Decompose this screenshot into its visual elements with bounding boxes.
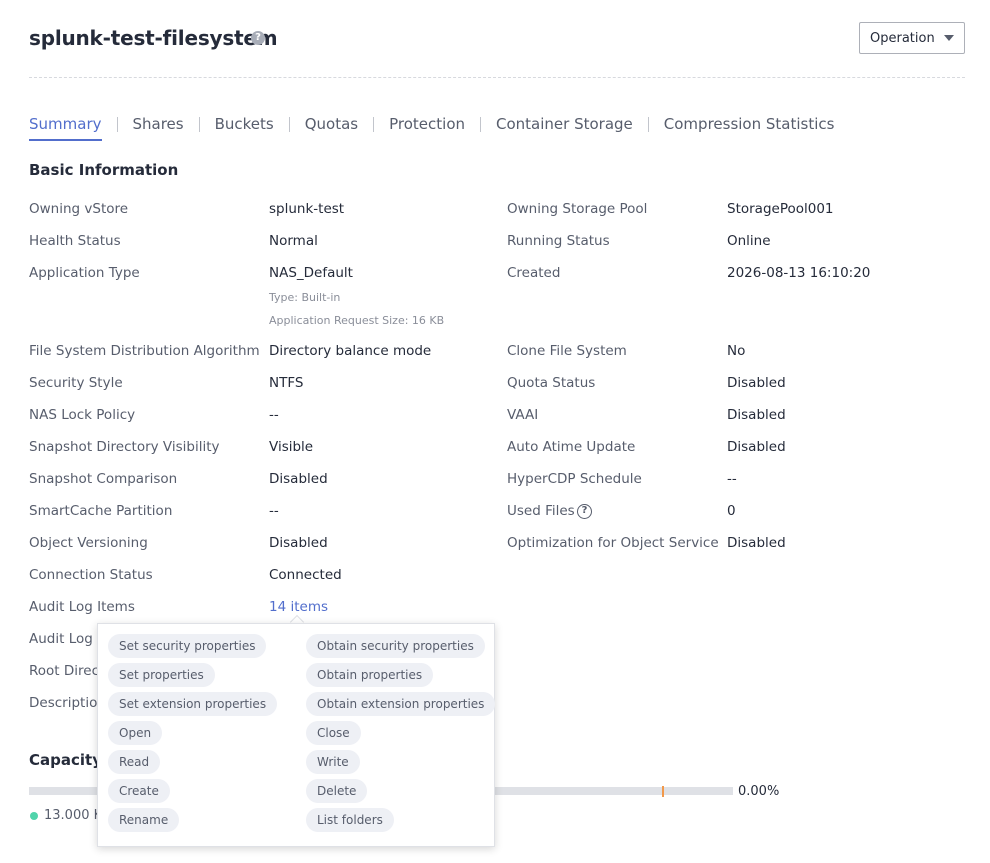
audit-chip: Read [108,750,161,774]
audit-chip: Close [306,721,361,745]
owning-vstore-value: splunk-test [269,201,345,217]
distribution-algorithm-value: Directory balance mode [269,343,432,359]
tab-buckets[interactable]: Buckets [215,115,274,133]
operation-label: Operation [870,30,935,46]
object-versioning-value: Disabled [269,535,328,551]
audit-chip: List folders [306,808,394,832]
tab-shares[interactable]: Shares [133,115,184,133]
clone-fs-value: No [727,343,746,359]
owning-pool-label: Owning Storage Pool [507,201,648,217]
connection-status-value: Connected [269,567,342,583]
owning-vstore-label: Owning vStore [29,201,129,217]
connection-status-label: Connection Status [29,567,153,583]
audit-chip: Set security properties [108,634,267,658]
application-type-note: Type: Built-in [269,291,341,304]
owning-pool-value: StoragePool001 [727,201,834,217]
used-files-value: 0 [727,503,736,519]
caret-down-icon [944,35,954,41]
snapshot-dir-visibility-label: Snapshot Directory Visibility [29,439,220,455]
capacity-title: Capacity [29,751,102,769]
help-icon[interactable]: ? [251,31,265,45]
clone-fs-label: Clone File System [507,343,627,359]
capacity-threshold-marker [662,786,664,797]
distribution-algorithm-label: File System Distribution Algorithm [29,343,260,359]
vaai-label: VAAI [507,407,539,423]
audit-chip: Obtain extension properties [306,692,496,716]
snapshot-comparison-label: Snapshot Comparison [29,471,178,487]
security-style-value: NTFS [269,375,304,391]
audit-chip: Write [306,750,360,774]
audit-log-items-link[interactable]: 14 items [269,599,328,615]
running-status-label: Running Status [507,233,610,249]
header-divider [29,77,965,78]
audit-chip: Obtain properties [306,663,434,687]
audit-log-label-partial: Audit Log I [29,631,102,647]
smartcache-partition-value: -- [269,503,279,519]
page-title: splunk-test-filesystem [29,26,278,50]
created-label: Created [507,265,561,281]
tab-summary[interactable]: Summary [29,115,102,141]
application-request-size-note: Application Request Size: 16 KB [269,314,445,327]
tab-separator [288,116,290,132]
snapshot-comparison-value: Disabled [269,471,328,487]
object-optimization-value: Disabled [727,535,786,551]
object-versioning-label: Object Versioning [29,535,148,551]
object-optimization-label: Optimization for Object Service [507,535,719,551]
application-type-label: Application Type [29,265,140,281]
audit-chip: Create [108,779,170,803]
tab-separator [198,116,200,132]
health-status-label: Health Status [29,233,121,249]
hypercdp-value: -- [727,471,737,487]
root-directory-label-partial: Root Direct [29,663,105,679]
quota-status-value: Disabled [727,375,786,391]
tab-compression-statistics[interactable]: Compression Statistics [664,115,835,133]
capacity-percent: 0.00% [738,784,780,799]
tab-separator [373,116,375,132]
health-status-value: Normal [269,233,318,249]
hypercdp-label: HyperCDP Schedule [507,471,642,487]
audit-items-popover: Set security properties Obtain security … [97,623,496,847]
audit-log-items-label: Audit Log Items [29,599,135,615]
tab-separator [647,116,649,132]
audit-chip: Set properties [108,663,215,687]
tab-container-storage[interactable]: Container Storage [496,115,633,133]
description-label-partial: Descriptio [29,695,98,711]
smartcache-partition-label: SmartCache Partition [29,503,173,519]
tab-protection[interactable]: Protection [389,115,465,133]
used-files-label: Used Files [507,503,575,519]
auto-atime-label: Auto Atime Update [507,439,636,455]
tab-quotas[interactable]: Quotas [305,115,358,133]
audit-chip: Obtain security properties [306,634,485,658]
capacity-legend-text: 13.000 K [44,808,103,823]
running-status-value: Online [727,233,771,249]
basic-info-title: Basic Information [29,161,179,179]
auto-atime-value: Disabled [727,439,786,455]
vaai-value: Disabled [727,407,786,423]
snapshot-dir-visibility-value: Visible [269,439,314,455]
security-style-label: Security Style [29,375,123,391]
capacity-legend-dot [30,812,38,820]
nas-lock-policy-value: -- [269,407,279,423]
quota-status-label: Quota Status [507,375,596,391]
audit-chip: Rename [108,808,180,832]
question-icon[interactable]: ? [577,504,592,519]
created-value: 2026-08-13 16:10:20 [727,265,871,281]
tab-separator [480,116,482,132]
tab-separator [116,116,118,132]
operation-dropdown[interactable]: Operation [859,22,965,54]
audit-chip: Delete [306,779,368,803]
tab-bar: Summary Shares Buckets Quotas Protection… [29,109,835,141]
application-type-value: NAS_Default [269,265,353,281]
nas-lock-policy-label: NAS Lock Policy [29,407,136,423]
audit-chip: Open [108,721,163,745]
audit-chip: Set extension properties [108,692,278,716]
